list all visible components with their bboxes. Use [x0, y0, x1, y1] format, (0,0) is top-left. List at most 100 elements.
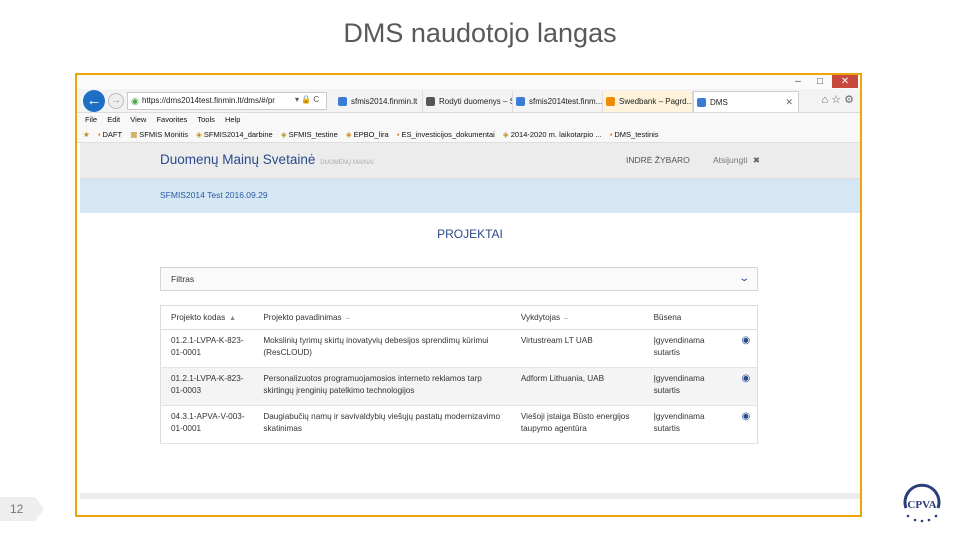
maximize-button[interactable]: □: [809, 75, 831, 88]
view-eye-icon[interactable]: ◉: [741, 335, 750, 346]
cell-executor: Virtustream LT UAB: [510, 329, 644, 368]
settings-gear-icon[interactable]: ⚙: [844, 94, 854, 106]
cell-status: Įgyvendinama sutartis: [643, 329, 732, 368]
cell-name: Personalizuotos programuojamosios intern…: [253, 367, 511, 406]
cell-code: 01.2.1-LVPA-K-823-01-0003: [160, 367, 254, 406]
folder-icon: ▪: [396, 130, 400, 139]
cell-code: 04.3.1-APVA-V-003-01-0001: [160, 405, 254, 444]
column-header-status[interactable]: Būsena: [643, 305, 732, 330]
favorite-link[interactable]: ◈ 2014-2020 m. laikotarpio ...: [502, 126, 602, 142]
table-header-row: Projekto kodas ▲ Projekto pavadinimas – Vy…: [160, 305, 758, 330]
back-button[interactable]: ←: [83, 90, 105, 112]
sort-asc-icon: ▲: [229, 315, 237, 322]
site-subtitle: DUOMENŲ MAINAI: [320, 160, 374, 166]
page-content: Duomenų Mainų Svetainė DUOMENŲ MAINAI IND…: [80, 143, 860, 499]
chevron-down-icon: ⌄: [737, 273, 750, 284]
tab-sfmis[interactable]: sfmis2014.finmin.lt: [335, 91, 423, 112]
window-titlebar: – □ ✕: [77, 75, 860, 89]
view-eye-icon[interactable]: ◉: [741, 411, 750, 422]
page-footer-strip: [80, 493, 860, 499]
column-header-executor[interactable]: Vykdytojas –: [510, 305, 644, 330]
close-tab-icon[interactable]: ✕: [785, 92, 793, 112]
tab-favicon: [606, 97, 615, 106]
slide-title: DMS naudotojo langas: [343, 18, 617, 48]
favorites-star-icon[interactable]: ☆: [831, 94, 841, 106]
table-row[interactable]: 01.2.1-LVPA-K-823-01-0003 Personalizuoto…: [160, 367, 758, 406]
tab-favicon: [426, 97, 435, 106]
cell-name: Mokslinių tyrimų skirtų inovatyvių debes…: [253, 329, 511, 368]
tab-label: Rodyti duomenys – SF...: [439, 97, 512, 106]
column-header-name[interactable]: Projekto pavadinimas –: [253, 305, 511, 330]
column-header-actions: [731, 305, 758, 330]
menu-tools[interactable]: Tools: [197, 115, 215, 124]
tab-favicon: [516, 97, 525, 106]
tab-swedbank[interactable]: Swedbank – Pagrd...: [603, 91, 693, 112]
tab-favicon: [338, 97, 347, 106]
close-window-button[interactable]: ✕: [832, 75, 858, 88]
tab-sfmis-test[interactable]: sfmis2014test.finm...: [513, 91, 603, 112]
minimize-button[interactable]: –: [787, 75, 809, 88]
menu-bar: File Edit View Favorites Tools Help: [77, 113, 860, 126]
folder-icon: ▪: [609, 130, 613, 139]
site-name-text: Duomenų Mainų Svetainė: [160, 152, 316, 167]
menu-help[interactable]: Help: [225, 115, 240, 124]
cpva-logo: CPVA: [903, 483, 941, 523]
tab-rodyti[interactable]: Rodyti duomenys – SF...: [423, 91, 513, 112]
cell-executor: Viešoji įstaiga Būsto energijos taupymo …: [510, 405, 644, 444]
page-icon: ◈: [196, 130, 202, 139]
table-row[interactable]: 01.2.1-LVPA-K-823-01-0001 Mokslinių tyri…: [160, 329, 758, 368]
tab-label: Swedbank – Pagrd...: [619, 97, 693, 106]
menu-edit[interactable]: Edit: [107, 115, 120, 124]
projects-table: Projekto kodas ▲ Projekto pavadinimas – Vy…: [160, 305, 758, 444]
favorite-link[interactable]: ◈ EPBO_lira: [345, 126, 389, 142]
menu-favorites[interactable]: Favorites: [156, 115, 187, 124]
logout-label: Atsijungti: [713, 155, 748, 165]
menu-file[interactable]: File: [85, 115, 97, 124]
system-label: SFMIS2014 Test 2016.09.29: [160, 190, 268, 200]
cell-executor: Adform Lithuania, UAB: [510, 367, 644, 406]
address-url: https://dms2014test.finmin.lt/dms/#/pr: [142, 96, 275, 105]
favorites-bar: ★ ▪ DAFT ▦ SFMIS Monitis ◈ SFMIS2014_darbin…: [77, 126, 860, 143]
page-icon: ◈: [502, 130, 509, 139]
favorite-link[interactable]: ◈ SFMIS_testine: [281, 126, 338, 142]
sort-icon: –: [345, 315, 350, 322]
page-title: PROJEKTAI: [437, 227, 503, 241]
filter-panel-toggle[interactable]: Filtras ⌄: [160, 267, 758, 291]
browser-window: – □ ✕ ← → ◉ https://dms2014test.finmin.l…: [75, 73, 862, 517]
logout-link[interactable]: Atsijungti ✖: [713, 155, 760, 166]
page-number: 12: [0, 497, 44, 521]
menu-view[interactable]: View: [130, 115, 146, 124]
site-name[interactable]: Duomenų Mainų Svetainė DUOMENŲ MAINAI: [160, 152, 374, 167]
user-name[interactable]: INDRĖ ŽYBARO: [626, 155, 690, 165]
folder-icon: ▪: [97, 130, 101, 139]
favorite-link[interactable]: ▦ SFMIS Monitis: [130, 126, 188, 142]
tab-favicon: [697, 98, 706, 107]
address-row: ← → ◉ https://dms2014test.finmin.lt/dms/…: [77, 89, 860, 113]
view-eye-icon[interactable]: ◉: [741, 373, 750, 384]
page-icon: ◈: [345, 130, 352, 139]
cell-status: Įgyvendinama sutartis: [643, 405, 732, 444]
tab-dms[interactable]: DMS ✕: [693, 91, 799, 112]
grid-icon: ▦: [130, 130, 138, 139]
favorite-link[interactable]: ▪ DMS_testinis: [609, 126, 659, 142]
logo-text: CPVA: [907, 499, 936, 511]
favorite-link[interactable]: ▪ DAFT: [97, 126, 122, 142]
slide: DMS naudotojo langas – □ ✕ ← → ◉ https:/…: [0, 0, 960, 540]
column-header-code[interactable]: Projekto kodas ▲: [160, 305, 254, 330]
tab-label: DMS: [710, 98, 728, 107]
forward-button[interactable]: →: [108, 93, 124, 109]
close-icon: ✖: [752, 155, 760, 165]
page-icon: ◉: [131, 96, 139, 106]
tab-label: sfmis2014test.finm...: [529, 97, 603, 106]
favorite-link[interactable]: ▪ ES_investicijos_dokumentai: [396, 126, 495, 142]
sort-icon: –: [564, 315, 569, 322]
home-icon[interactable]: ⌂: [821, 94, 828, 106]
address-tools[interactable]: ▾ 🔒 C: [295, 92, 319, 108]
favorites-add-icon[interactable]: ★: [83, 126, 90, 142]
favorite-link[interactable]: ◈ SFMIS2014_darbine: [196, 126, 273, 142]
table-row[interactable]: 04.3.1-APVA-V-003-01-0001 Daugiabučių na…: [160, 405, 758, 444]
browser-nav-icons: ⌂ ☆ ⚙: [821, 93, 854, 106]
cell-name: Daugiabučių namų ir savivaldybių viešųjų…: [253, 405, 511, 444]
cell-status: Įgyvendinama sutartis: [643, 367, 732, 406]
filter-label: Filtras: [171, 274, 195, 284]
